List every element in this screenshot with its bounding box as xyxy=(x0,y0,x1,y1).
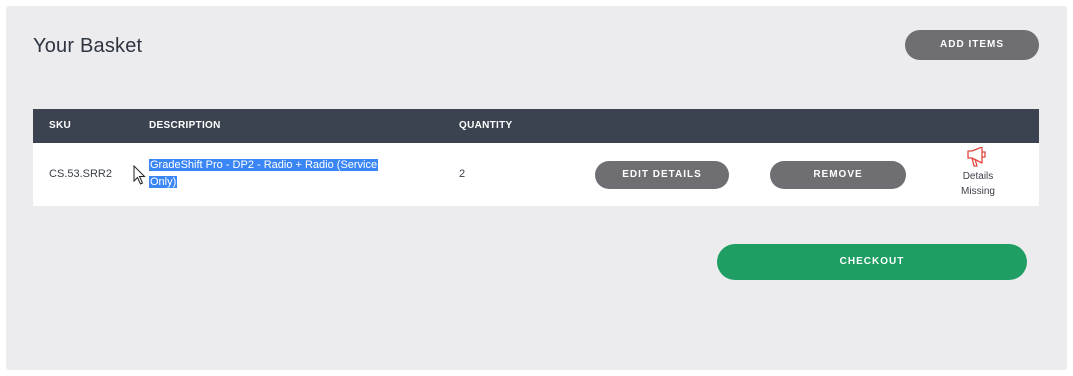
row-description[interactable]: GradeShift Pro - DP2 - Radio + Radio (Se… xyxy=(149,157,419,191)
row-description-line1: GradeShift Pro - DP2 - Radio + Radio (Se… xyxy=(149,159,379,171)
page-title: Your Basket xyxy=(33,35,143,57)
table-header: SKU DESCRIPTION QUANTITY xyxy=(33,109,1039,143)
table-row: CS.53.SRR2 GradeShift Pro - DP2 - Radio … xyxy=(33,143,1039,206)
row-sku: CS.53.SRR2 xyxy=(49,168,112,180)
basket-table: SKU DESCRIPTION QUANTITY CS.53.SRR2 Grad… xyxy=(33,109,1039,206)
row-description-line2: Only) xyxy=(149,176,178,188)
column-header-quantity: QUANTITY xyxy=(459,120,513,131)
basket-panel: Your Basket ADD ITEMS SKU DESCRIPTION QU… xyxy=(6,6,1067,370)
megaphone-icon xyxy=(967,147,986,167)
details-missing-status[interactable]: Details Missing xyxy=(958,147,998,199)
status-text-line2: Missing xyxy=(961,186,995,197)
remove-button[interactable]: REMOVE xyxy=(770,161,906,189)
status-text-line1: Details xyxy=(962,171,994,182)
column-header-sku: SKU xyxy=(49,120,72,131)
add-items-button[interactable]: ADD ITEMS xyxy=(905,30,1039,60)
mouse-cursor-icon xyxy=(133,165,146,185)
edit-details-button[interactable]: EDIT DETAILS xyxy=(595,161,729,189)
column-header-description: DESCRIPTION xyxy=(149,120,221,131)
checkout-button[interactable]: CHECKOUT xyxy=(717,244,1027,280)
row-quantity: 2 xyxy=(459,168,466,180)
